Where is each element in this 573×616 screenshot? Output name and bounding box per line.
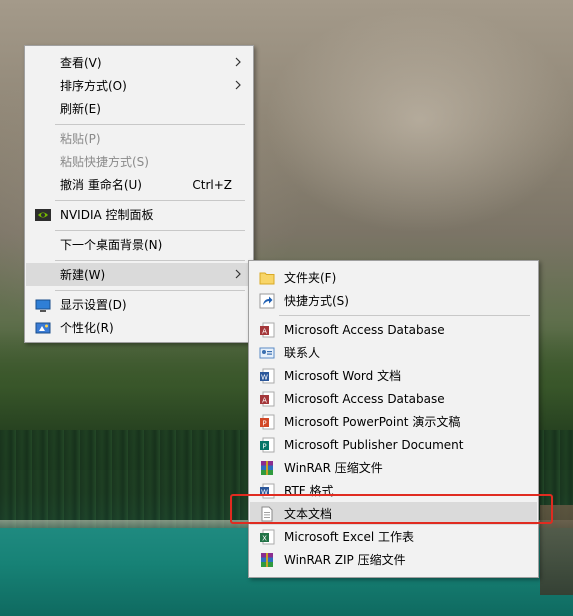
menu-separator	[55, 260, 245, 261]
svg-text:W: W	[261, 374, 268, 382]
personalize-icon	[35, 320, 51, 336]
menu-item-nvidia-control-panel[interactable]: NVIDIA 控制面板	[26, 203, 252, 226]
excel-icon: X	[259, 529, 275, 545]
submenu-item-publisher[interactable]: P Microsoft Publisher Document	[250, 433, 537, 456]
submenu-item-word-document[interactable]: W Microsoft Word 文档	[250, 364, 537, 387]
submenu-item-label: 联系人	[284, 346, 321, 360]
menu-item-label: 刷新(E)	[60, 102, 101, 116]
submenu-item-powerpoint[interactable]: P Microsoft PowerPoint 演示文稿	[250, 410, 537, 433]
menu-separator	[279, 315, 530, 316]
submenu-item-shortcut[interactable]: 快捷方式(S)	[250, 289, 537, 312]
contact-icon	[259, 345, 275, 361]
menu-item-label: 下一个桌面背景(N)	[60, 238, 163, 252]
access-icon: A	[259, 391, 275, 407]
menu-item-undo-rename[interactable]: 撤消 重命名(U) Ctrl+Z	[26, 173, 252, 196]
menu-item-label: 粘贴快捷方式(S)	[60, 155, 149, 169]
chevron-right-icon	[235, 57, 241, 67]
submenu-item-label: 文件夹(F)	[284, 271, 337, 285]
svg-text:A: A	[262, 328, 267, 336]
chevron-right-icon	[235, 269, 241, 279]
svg-text:X: X	[262, 535, 267, 543]
access-icon: A	[259, 322, 275, 338]
menu-item-display-settings[interactable]: 显示设置(D)	[26, 293, 252, 316]
submenu-item-label: WinRAR 压缩文件	[284, 461, 383, 475]
submenu-item-label: Microsoft Excel 工作表	[284, 530, 415, 544]
menu-item-label: 粘贴(P)	[60, 132, 101, 146]
menu-item-label: 撤消 重命名(U)	[60, 178, 142, 192]
svg-text:P: P	[262, 420, 266, 428]
menu-item-paste[interactable]: 粘贴(P)	[26, 127, 252, 150]
menu-item-label: 查看(V)	[60, 56, 102, 70]
menu-item-view[interactable]: 查看(V)	[26, 51, 252, 74]
submenu-item-winrar[interactable]: WinRAR 压缩文件	[250, 456, 537, 479]
menu-item-label: 显示设置(D)	[60, 298, 127, 312]
shortcut-icon	[259, 293, 275, 309]
folder-icon	[259, 270, 275, 286]
menu-item-refresh[interactable]: 刷新(E)	[26, 97, 252, 120]
menu-separator	[55, 124, 245, 125]
submenu-item-access-database[interactable]: A Microsoft Access Database	[250, 318, 537, 341]
menu-item-personalize[interactable]: 个性化(R)	[26, 316, 252, 339]
submenu-item-label: Microsoft Publisher Document	[284, 437, 464, 452]
menu-separator	[55, 290, 245, 291]
menu-item-next-background[interactable]: 下一个桌面背景(N)	[26, 233, 252, 256]
nvidia-icon	[35, 207, 51, 223]
menu-item-label: 个性化(R)	[60, 321, 114, 335]
display-settings-icon	[35, 297, 51, 313]
submenu-item-label: Microsoft Access Database	[284, 322, 445, 337]
winrar-icon	[259, 460, 275, 476]
desktop-context-menu: 查看(V) 排序方式(O) 刷新(E) 粘贴(P) 粘贴快捷方式(S) 撤消 重…	[24, 45, 254, 343]
new-submenu: 文件夹(F) 快捷方式(S) A Microsoft Access Databa…	[248, 260, 539, 578]
menu-item-label: 排序方式(O)	[60, 79, 127, 93]
submenu-item-excel[interactable]: X Microsoft Excel 工作表	[250, 525, 537, 548]
menu-item-label: NVIDIA 控制面板	[60, 208, 154, 222]
submenu-item-winrar-zip[interactable]: WinRAR ZIP 压缩文件	[250, 548, 537, 571]
menu-separator	[55, 230, 245, 231]
menu-item-label: 新建(W)	[60, 268, 106, 282]
submenu-item-label: Microsoft Word 文档	[284, 369, 402, 383]
annotation-highlight-box	[230, 494, 553, 524]
menu-separator	[55, 200, 245, 201]
menu-item-new[interactable]: 新建(W)	[26, 263, 252, 286]
submenu-item-folder[interactable]: 文件夹(F)	[250, 266, 537, 289]
menu-item-paste-shortcut[interactable]: 粘贴快捷方式(S)	[26, 150, 252, 173]
submenu-item-label: Microsoft Access Database	[284, 391, 445, 406]
submenu-item-label: 快捷方式(S)	[284, 294, 349, 308]
powerpoint-icon: P	[259, 414, 275, 430]
shortcut-hint: Ctrl+Z	[192, 177, 232, 192]
winrar-zip-icon	[259, 552, 275, 568]
submenu-item-contact[interactable]: 联系人	[250, 341, 537, 364]
submenu-item-access-database-2[interactable]: A Microsoft Access Database	[250, 387, 537, 410]
svg-text:A: A	[262, 397, 267, 405]
submenu-item-label: WinRAR ZIP 压缩文件	[284, 553, 406, 567]
word-icon: W	[259, 368, 275, 384]
svg-text:P: P	[262, 443, 266, 451]
chevron-right-icon	[235, 80, 241, 90]
menu-item-sort-by[interactable]: 排序方式(O)	[26, 74, 252, 97]
publisher-icon: P	[259, 437, 275, 453]
submenu-item-label: Microsoft PowerPoint 演示文稿	[284, 415, 461, 429]
